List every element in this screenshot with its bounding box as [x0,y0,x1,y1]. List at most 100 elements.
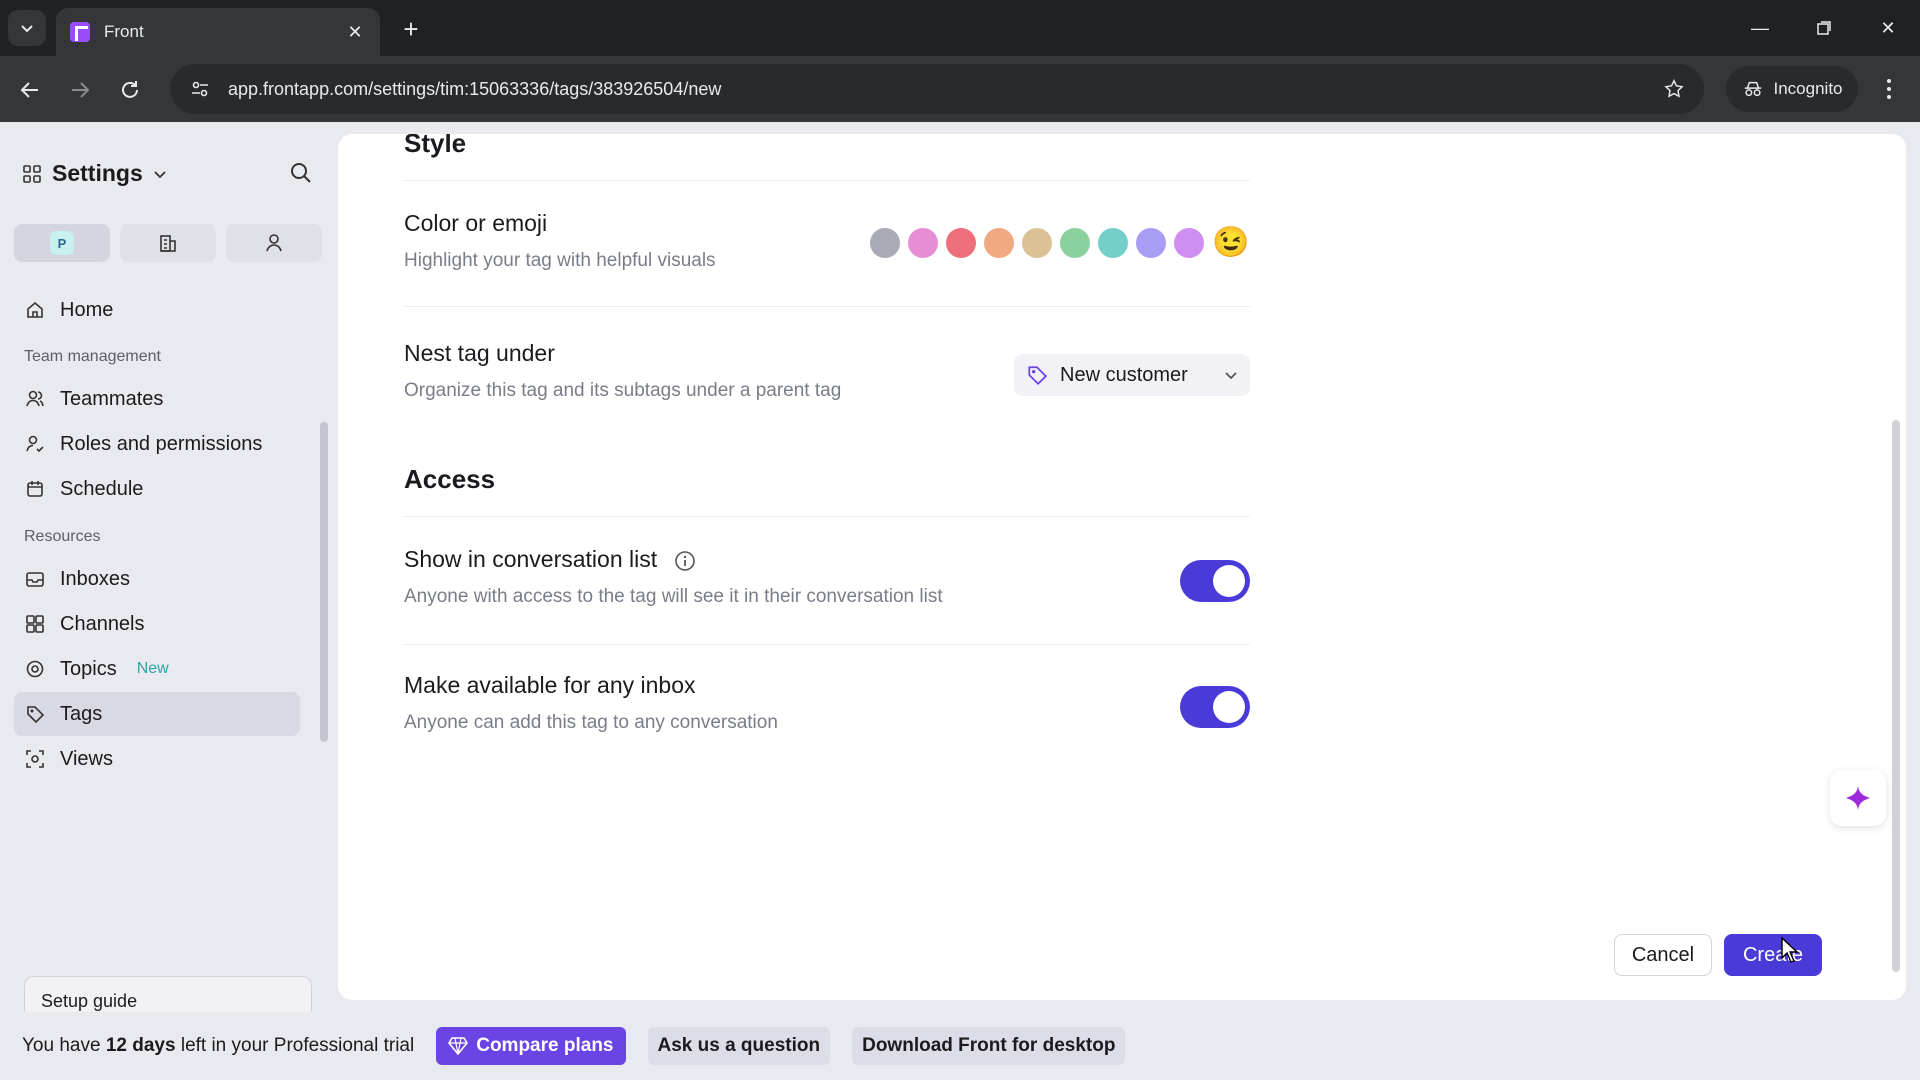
compare-plans-label: Compare plans [476,1035,614,1056]
back-icon[interactable] [12,72,48,108]
sidebar-item-home[interactable]: Home [14,288,300,332]
browser-menu-icon[interactable] [1874,74,1904,104]
sidebar-item-schedule[interactable]: Schedule [14,467,300,511]
info-icon[interactable] [674,550,696,572]
sidebar-item-label: Schedule [60,477,144,500]
settings-scope-tabs: P [14,224,322,262]
trial-banner: You have 12 days left in your Profession… [0,1012,1920,1080]
browser-tabbar: Front ✕ + — ✕ [0,0,1920,56]
grid-icon [23,164,41,183]
site-settings-icon[interactable] [186,75,214,103]
color-swatch-6[interactable] [1060,228,1090,258]
toggle-knob [1213,691,1245,723]
color-swatch-picker: 😉 [870,226,1249,260]
color-swatch-9[interactable] [1174,228,1204,258]
tag-editor-panel: Style Color or emoji Highlight your tag … [338,134,1906,1000]
access-heading: Access [404,464,496,494]
show-in-list-label: Show in conversation list [404,546,658,572]
inbox-icon [24,568,46,590]
setup-guide-title: Setup guide [41,991,138,1011]
sidebar-item-label: Tags [60,702,103,725]
color-swatch-7[interactable] [1098,228,1128,258]
tab-title: Front [104,22,144,41]
color-swatch-2[interactable] [908,228,938,258]
color-swatch-5[interactable] [1022,228,1052,258]
views-icon [24,748,46,770]
color-swatch-3[interactable] [946,228,976,258]
sidebar-item-label: Home [60,298,114,321]
sidebar-title: Settings [52,160,143,186]
sidebar-item-topics[interactable]: Topics New [14,647,300,691]
minimize-icon[interactable]: — [1740,12,1780,44]
color-swatch-8[interactable] [1136,228,1166,258]
forward-icon[interactable] [62,72,98,108]
personal-badge: P [50,231,74,255]
settings-sidebar: Settings P Home Team management Teammate… [0,122,334,1080]
new-tab-icon[interactable]: + [396,14,426,44]
sidebar-item-tags[interactable]: Tags [14,692,300,736]
color-swatch-1[interactable] [870,228,900,258]
chevron-down-icon [21,25,33,33]
tab-company[interactable] [120,224,216,262]
divider [404,180,1250,181]
sidebar-item-views[interactable]: Views [14,737,300,781]
available-any-inbox-subtitle: Anyone can add this tag to any conversat… [404,712,778,733]
tab-user[interactable] [226,224,322,262]
sidebar-item-roles[interactable]: Roles and permissions [14,422,300,466]
show-in-list-title: Show in conversation list [404,546,696,573]
trial-text-suffix: left in your Professional trial [175,1035,415,1056]
sidebar-item-teammates[interactable]: Teammates [14,377,300,421]
trial-days: 12 days [105,1035,176,1056]
browser-tab[interactable]: Front ✕ [56,8,380,56]
color-swatch-4[interactable] [984,228,1014,258]
tag-icon [24,703,46,725]
tag-icon [1028,366,1048,386]
diamond-icon [448,1037,469,1055]
sidebar-item-label: Topics [60,657,117,680]
sidebar-scrollbar[interactable] [320,422,328,742]
cancel-button[interactable]: Cancel [1614,934,1712,976]
sidebar-item-inboxes[interactable]: Inboxes [14,557,300,601]
topics-icon [24,658,46,680]
close-tab-icon[interactable]: ✕ [344,21,366,43]
user-icon [266,234,282,252]
search-icon[interactable] [286,158,316,188]
restore-icon[interactable] [1804,12,1844,44]
home-icon [24,299,46,321]
parent-tag-value: New customer [1060,363,1188,386]
incognito-indicator[interactable]: Incognito [1726,66,1858,112]
sparkle-icon [1846,786,1870,810]
chevron-down-icon [154,170,166,178]
building-icon [160,235,176,252]
tab-list-button[interactable] [8,10,46,46]
browser-toolbar: app.frontapp.com/settings/tim:15063336/t… [0,56,1920,122]
available-any-inbox-title: Make available for any inbox [404,672,696,698]
section-team-management: Team management [24,348,161,365]
reload-icon[interactable] [112,72,148,108]
address-bar[interactable]: app.frontapp.com/settings/tim:15063336/t… [170,64,1704,114]
available-any-inbox-toggle[interactable] [1180,686,1250,728]
create-button[interactable]: Create [1724,934,1822,976]
compare-plans-button[interactable]: Compare plans [436,1027,626,1065]
bookmark-star-icon[interactable] [1660,75,1688,103]
channels-icon [24,613,46,635]
url-text: app.frontapp.com/settings/tim:15063336/t… [228,78,722,99]
tab-personal[interactable]: P [14,224,110,262]
ai-sparkle-button[interactable] [1830,770,1886,826]
main-scrollbar[interactable] [1892,420,1900,972]
show-in-list-toggle[interactable] [1180,560,1250,602]
mouse-cursor-icon [1781,936,1799,963]
download-desktop-button[interactable]: Download Front for desktop [852,1027,1126,1065]
emoji-picker-button[interactable]: 😉 [1212,226,1249,260]
teammates-icon [24,388,46,410]
close-window-icon[interactable]: ✕ [1868,12,1908,44]
show-in-list-subtitle: Anyone with access to the tag will see i… [404,586,943,607]
divider [404,306,1250,307]
new-badge: New [136,660,169,677]
sidebar-item-channels[interactable]: Channels [14,602,300,646]
sidebar-nav: Home Team management Teammates Roles and… [0,282,322,962]
chevron-down-icon [1225,372,1237,380]
ask-question-button[interactable]: Ask us a question [647,1027,831,1065]
settings-menu-button[interactable]: Settings [22,160,167,187]
parent-tag-select[interactable]: New customer [1014,354,1250,396]
